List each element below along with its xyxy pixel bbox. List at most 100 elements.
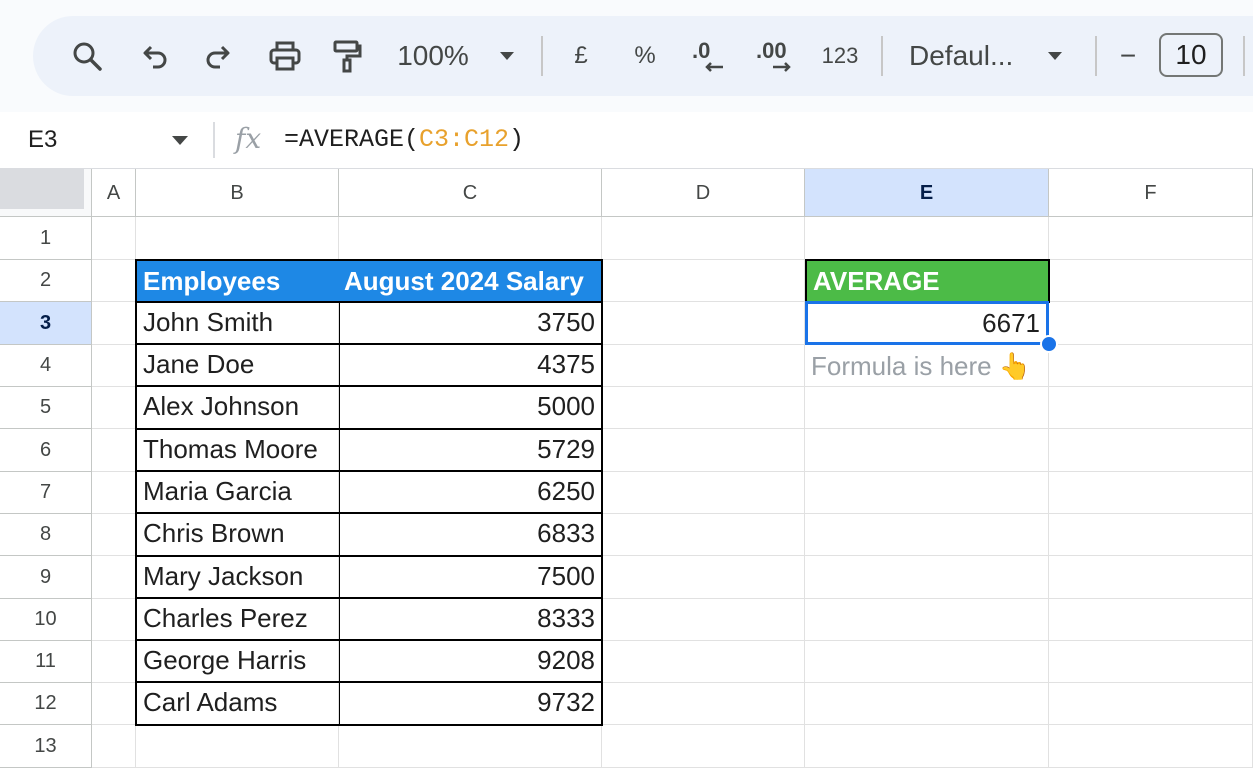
- grid-cell[interactable]: [92, 387, 136, 429]
- table-header-salary[interactable]: August 2024 Salary: [338, 259, 603, 303]
- salary-cell[interactable]: 9208: [339, 639, 603, 683]
- employee-name-cell[interactable]: John Smith: [135, 301, 340, 345]
- formula-input[interactable]: =AVERAGE(C3:C12): [284, 112, 524, 168]
- font-family-dropdown-icon[interactable]: [1045, 16, 1065, 96]
- grid-cell[interactable]: [92, 429, 136, 472]
- search-menus-icon[interactable]: [67, 16, 107, 96]
- employee-name-cell[interactable]: Jane Doe: [135, 343, 340, 387]
- employee-name-cell[interactable]: Charles Perez: [135, 597, 340, 641]
- row-header-2[interactable]: 2: [0, 260, 92, 302]
- row-header-10[interactable]: 10: [0, 599, 92, 641]
- grid-cell[interactable]: [602, 725, 805, 768]
- grid-cell[interactable]: [602, 217, 805, 260]
- grid-cell[interactable]: [136, 217, 339, 260]
- row-header-9[interactable]: 9: [0, 556, 92, 599]
- increase-decimal-button[interactable]: .00: [751, 16, 807, 96]
- salary-cell[interactable]: 6833: [339, 512, 603, 557]
- row-header-8[interactable]: 8: [0, 514, 92, 556]
- print-icon[interactable]: [263, 16, 307, 96]
- row-header-5[interactable]: 5: [0, 387, 92, 429]
- grid-cell[interactable]: [92, 345, 136, 387]
- grid-cell[interactable]: [805, 599, 1049, 641]
- grid-cell[interactable]: [805, 387, 1049, 429]
- column-header-e[interactable]: E: [805, 169, 1049, 217]
- row-header-4[interactable]: 4: [0, 345, 92, 387]
- grid-cell[interactable]: [1049, 429, 1253, 472]
- salary-cell[interactable]: 4375: [339, 343, 603, 387]
- salary-cell[interactable]: 5729: [339, 428, 603, 472]
- zoom-select[interactable]: 100%: [397, 16, 469, 96]
- grid-cell[interactable]: [92, 260, 136, 302]
- formula-note-cell[interactable]: Formula is here 👆: [805, 345, 1049, 387]
- salary-cell[interactable]: 6250: [339, 470, 603, 514]
- salary-cell[interactable]: 3750: [339, 301, 603, 345]
- grid-cell[interactable]: [339, 725, 602, 768]
- grid-cell[interactable]: [92, 302, 136, 345]
- grid-cell[interactable]: [805, 725, 1049, 768]
- grid-cell[interactable]: [92, 217, 136, 260]
- grid-cell[interactable]: [1049, 725, 1253, 768]
- grid-cell[interactable]: [92, 514, 136, 556]
- grid-cell[interactable]: [1049, 302, 1253, 345]
- decrease-font-size-button[interactable]: −: [1113, 16, 1143, 96]
- table-header-employees[interactable]: Employees: [135, 259, 340, 303]
- row-header-1[interactable]: 1: [0, 217, 92, 260]
- average-value-cell[interactable]: 6671: [805, 301, 1049, 345]
- grid-cell[interactable]: [602, 260, 805, 302]
- grid-cell[interactable]: [602, 387, 805, 429]
- employee-name-cell[interactable]: Maria Garcia: [135, 470, 340, 514]
- currency-format-button[interactable]: £: [561, 16, 601, 96]
- employee-name-cell[interactable]: Mary Jackson: [135, 555, 340, 599]
- grid-cell[interactable]: [92, 725, 136, 768]
- grid-cell[interactable]: [92, 472, 136, 514]
- grid-cell[interactable]: [1049, 260, 1253, 302]
- grid-cell[interactable]: [1049, 641, 1253, 683]
- grid-cell[interactable]: [602, 472, 805, 514]
- grid-cell[interactable]: [805, 429, 1049, 472]
- row-header-6[interactable]: 6: [0, 429, 92, 472]
- grid-cell[interactable]: [602, 599, 805, 641]
- grid-cell[interactable]: [1049, 472, 1253, 514]
- grid-cell[interactable]: [1049, 387, 1253, 429]
- row-header-11[interactable]: 11: [0, 641, 92, 683]
- font-size-input[interactable]: 10: [1159, 33, 1223, 77]
- grid-cell[interactable]: [805, 217, 1049, 260]
- grid-cell[interactable]: [1049, 217, 1253, 260]
- grid-cell[interactable]: [92, 683, 136, 725]
- column-header-b[interactable]: B: [136, 169, 339, 217]
- column-header-a[interactable]: A: [92, 169, 136, 217]
- grid-cell[interactable]: [805, 472, 1049, 514]
- grid-cell[interactable]: [805, 514, 1049, 556]
- font-family-select[interactable]: Defaul...: [909, 16, 1025, 96]
- grid-cell[interactable]: [602, 641, 805, 683]
- grid-cell[interactable]: [805, 556, 1049, 599]
- column-header-d[interactable]: D: [602, 169, 805, 217]
- salary-cell[interactable]: 5000: [339, 385, 603, 430]
- grid-cell[interactable]: [1049, 514, 1253, 556]
- grid-cell[interactable]: [1049, 556, 1253, 599]
- grid-cell[interactable]: [602, 683, 805, 725]
- redo-icon[interactable]: [198, 16, 238, 96]
- grid-cell[interactable]: [805, 641, 1049, 683]
- grid-cell[interactable]: [602, 556, 805, 599]
- salary-cell[interactable]: 8333: [339, 597, 603, 641]
- grid-cell[interactable]: [92, 556, 136, 599]
- salary-cell[interactable]: 7500: [339, 555, 603, 599]
- undo-icon[interactable]: [135, 16, 175, 96]
- employee-name-cell[interactable]: George Harris: [135, 639, 340, 683]
- grid-cell[interactable]: [602, 345, 805, 387]
- grid-cell[interactable]: [136, 725, 339, 768]
- row-header-7[interactable]: 7: [0, 472, 92, 514]
- row-header-3[interactable]: 3: [0, 302, 92, 345]
- grid-cell[interactable]: [339, 217, 602, 260]
- column-header-c[interactable]: C: [339, 169, 602, 217]
- grid-cell[interactable]: [1049, 599, 1253, 641]
- paint-format-icon[interactable]: [325, 16, 369, 96]
- grid-cell[interactable]: [602, 302, 805, 345]
- grid-cell[interactable]: [602, 429, 805, 472]
- column-header-f[interactable]: F: [1049, 169, 1253, 217]
- zoom-dropdown-icon[interactable]: [497, 16, 517, 96]
- grid-cell[interactable]: [1049, 683, 1253, 725]
- salary-cell[interactable]: 9732: [339, 681, 603, 726]
- average-label-cell[interactable]: AVERAGE: [805, 259, 1050, 303]
